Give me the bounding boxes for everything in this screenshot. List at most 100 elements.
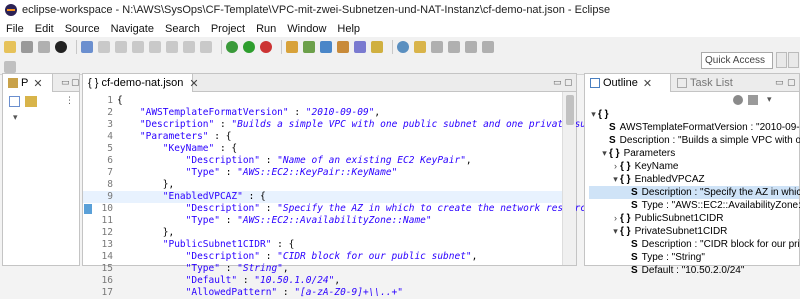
outline-tree-item[interactable]: S Description : "CIDR block for our priva [589, 238, 800, 251]
maximize-icon[interactable]: ▢ [787, 77, 796, 88]
outline-tree-item[interactable]: S Type : "String" [589, 251, 799, 264]
sort-icon[interactable] [733, 95, 743, 105]
outline-tabstrip: Outline ✕ Task List ▭ ▢ [585, 74, 799, 92]
outline-tree-item[interactable]: S AWSTemplateFormatVersion : "2010-09-09" [589, 121, 800, 134]
outline-tree-item[interactable]: ▾{ } [589, 108, 799, 121]
tab-cf-demo-nat-json[interactable]: { } cf-demo-nat.json ✕ [83, 74, 199, 92]
perspective-icon[interactable] [776, 52, 787, 68]
new-icon[interactable] [4, 41, 16, 53]
outline-tree-item[interactable]: S Type : "AWS::EC2::AvailabilityZone::Na [589, 199, 800, 212]
save-icon[interactable] [21, 41, 33, 53]
outline-pane: Outline ✕ Task List ▭ ▢ ▾ ▾{ } S AWSTempla… [584, 73, 800, 276]
view-menu-icon[interactable]: ▾ [767, 94, 772, 105]
skip-breakpoints-icon[interactable] [98, 41, 110, 53]
object-node-icon: { } [598, 109, 609, 120]
tab-task-list[interactable]: Task List [677, 74, 733, 92]
step-over-icon[interactable] [183, 41, 195, 53]
pin-icon[interactable] [4, 61, 16, 73]
tab-outline[interactable]: Outline ✕ [585, 74, 671, 92]
menu-file[interactable]: File [6, 23, 24, 35]
tab-label: P [21, 77, 29, 89]
maximize-icon[interactable]: ▢ [71, 77, 80, 88]
menu-help[interactable]: Help [337, 23, 360, 35]
open-type-icon[interactable] [337, 41, 349, 53]
main-toolbar [0, 37, 800, 75]
save-all-icon[interactable] [38, 41, 50, 53]
outline-tree-item[interactable]: ›{ } KeyName [589, 160, 799, 173]
run-icon[interactable] [243, 41, 255, 53]
next-annotation-icon[interactable] [431, 41, 443, 53]
new-class-icon[interactable] [320, 41, 332, 53]
forward-icon[interactable] [482, 41, 494, 53]
minimize-icon[interactable]: ▭ [553, 77, 562, 88]
search-icon[interactable] [371, 41, 383, 53]
terminate-icon[interactable] [149, 41, 161, 53]
java-perspective-icon[interactable] [788, 52, 799, 68]
line-number: 14 [101, 251, 113, 262]
expand-toggle-icon[interactable]: › [611, 212, 620, 225]
menu-edit[interactable]: Edit [35, 23, 54, 35]
expand-toggle-icon[interactable]: ▾ [611, 225, 620, 238]
menu-search[interactable]: Search [165, 23, 200, 35]
suspend-icon[interactable] [132, 41, 144, 53]
menu-source[interactable]: Source [65, 23, 100, 35]
expand-toggle-icon[interactable]: › [611, 160, 620, 173]
close-icon[interactable]: ✕ [643, 77, 652, 90]
title-bar: eclipse-workspace - N:\AWS\SysOps\CF-Tem… [0, 0, 800, 20]
expand-toggle-icon[interactable]: ▾ [589, 108, 598, 121]
annotation-icon[interactable] [414, 41, 426, 53]
outline-tree-item[interactable]: ▾{ } Parameters [589, 147, 799, 160]
quick-access-field[interactable]: Quick Access [701, 52, 773, 69]
external-tools-icon[interactable] [260, 41, 272, 53]
link-with-editor-icon[interactable] [25, 96, 37, 107]
view-menu-icon[interactable]: ⋮ [65, 95, 74, 106]
outline-tree-item[interactable]: ▾{ } EnabledVPCAZ [589, 173, 799, 186]
globe-icon[interactable] [397, 41, 409, 53]
new-java-project-icon[interactable] [286, 41, 298, 53]
chevron-down-icon[interactable]: ▾ [13, 112, 18, 123]
menu-run[interactable]: Run [256, 23, 276, 35]
code-line: 9 "EnabledVPCAZ" : { [83, 191, 562, 203]
code-editor[interactable]: 1{2 "AWSTemplateFormatVersion" : "2010-0… [83, 92, 626, 298]
terminal-icon[interactable] [81, 41, 93, 53]
close-icon[interactable]: ✕ [189, 77, 198, 90]
maximize-icon[interactable]: ▢ [564, 77, 573, 88]
tab-package-explorer[interactable]: P ✕ [3, 74, 53, 92]
previous-annotation-icon[interactable] [448, 41, 460, 53]
line-number: 11 [101, 215, 113, 226]
code-text: "Parameters" : { [139, 131, 232, 142]
outline-tree-item[interactable]: S Description : "Builds a simple VPC with… [589, 134, 800, 147]
filter-icon[interactable] [748, 95, 758, 105]
step-return-icon[interactable] [200, 41, 212, 53]
outline-tree-item[interactable]: S Description : "Specify the AZ in which [589, 186, 800, 199]
menu-navigate[interactable]: Navigate [111, 23, 154, 35]
minimize-icon[interactable]: ▭ [775, 77, 784, 88]
code-line: 13 "PublicSubnet1CIDR" : { [83, 239, 562, 251]
expand-toggle-icon[interactable]: ▾ [600, 147, 609, 160]
close-icon[interactable]: ✕ [33, 77, 42, 90]
menu-window[interactable]: Window [287, 23, 326, 35]
open-task-icon[interactable] [354, 41, 366, 53]
collapse-all-icon[interactable] [9, 96, 20, 107]
outline-item-label: Parameters [623, 148, 676, 159]
string-node-icon: S [631, 200, 638, 211]
new-package-icon[interactable] [303, 41, 315, 53]
toolbar-separator [221, 40, 222, 54]
string-node-icon: S [631, 187, 638, 198]
outline-tree-item[interactable]: ›{ } PublicSubnet1CIDR [589, 212, 799, 225]
outline-tree: ▾{ } S AWSTemplateFormatVersion : "2010-09… [589, 108, 800, 276]
resume-icon[interactable] [115, 41, 127, 53]
debug-icon[interactable] [226, 41, 238, 53]
code-text: "EnabledVPCAZ" : { [162, 191, 266, 202]
code-text: "Description" : "Specify the AZ in which… [185, 203, 615, 214]
step-into-icon[interactable] [166, 41, 178, 53]
back-icon[interactable] [465, 41, 477, 53]
scrollbar-thumb[interactable] [566, 95, 574, 125]
menu-project[interactable]: Project [211, 23, 245, 35]
editor-vertical-scrollbar[interactable] [562, 92, 576, 265]
expand-toggle-icon[interactable]: ▾ [611, 173, 620, 186]
profile-icon[interactable] [55, 41, 67, 53]
minimize-icon[interactable]: ▭ [61, 77, 70, 88]
outline-tree-item[interactable]: ▾{ } PrivateSubnet1CIDR [589, 225, 799, 238]
code-text: "AWSTemplateFormatVersion" : "2010-09-09… [139, 107, 381, 118]
